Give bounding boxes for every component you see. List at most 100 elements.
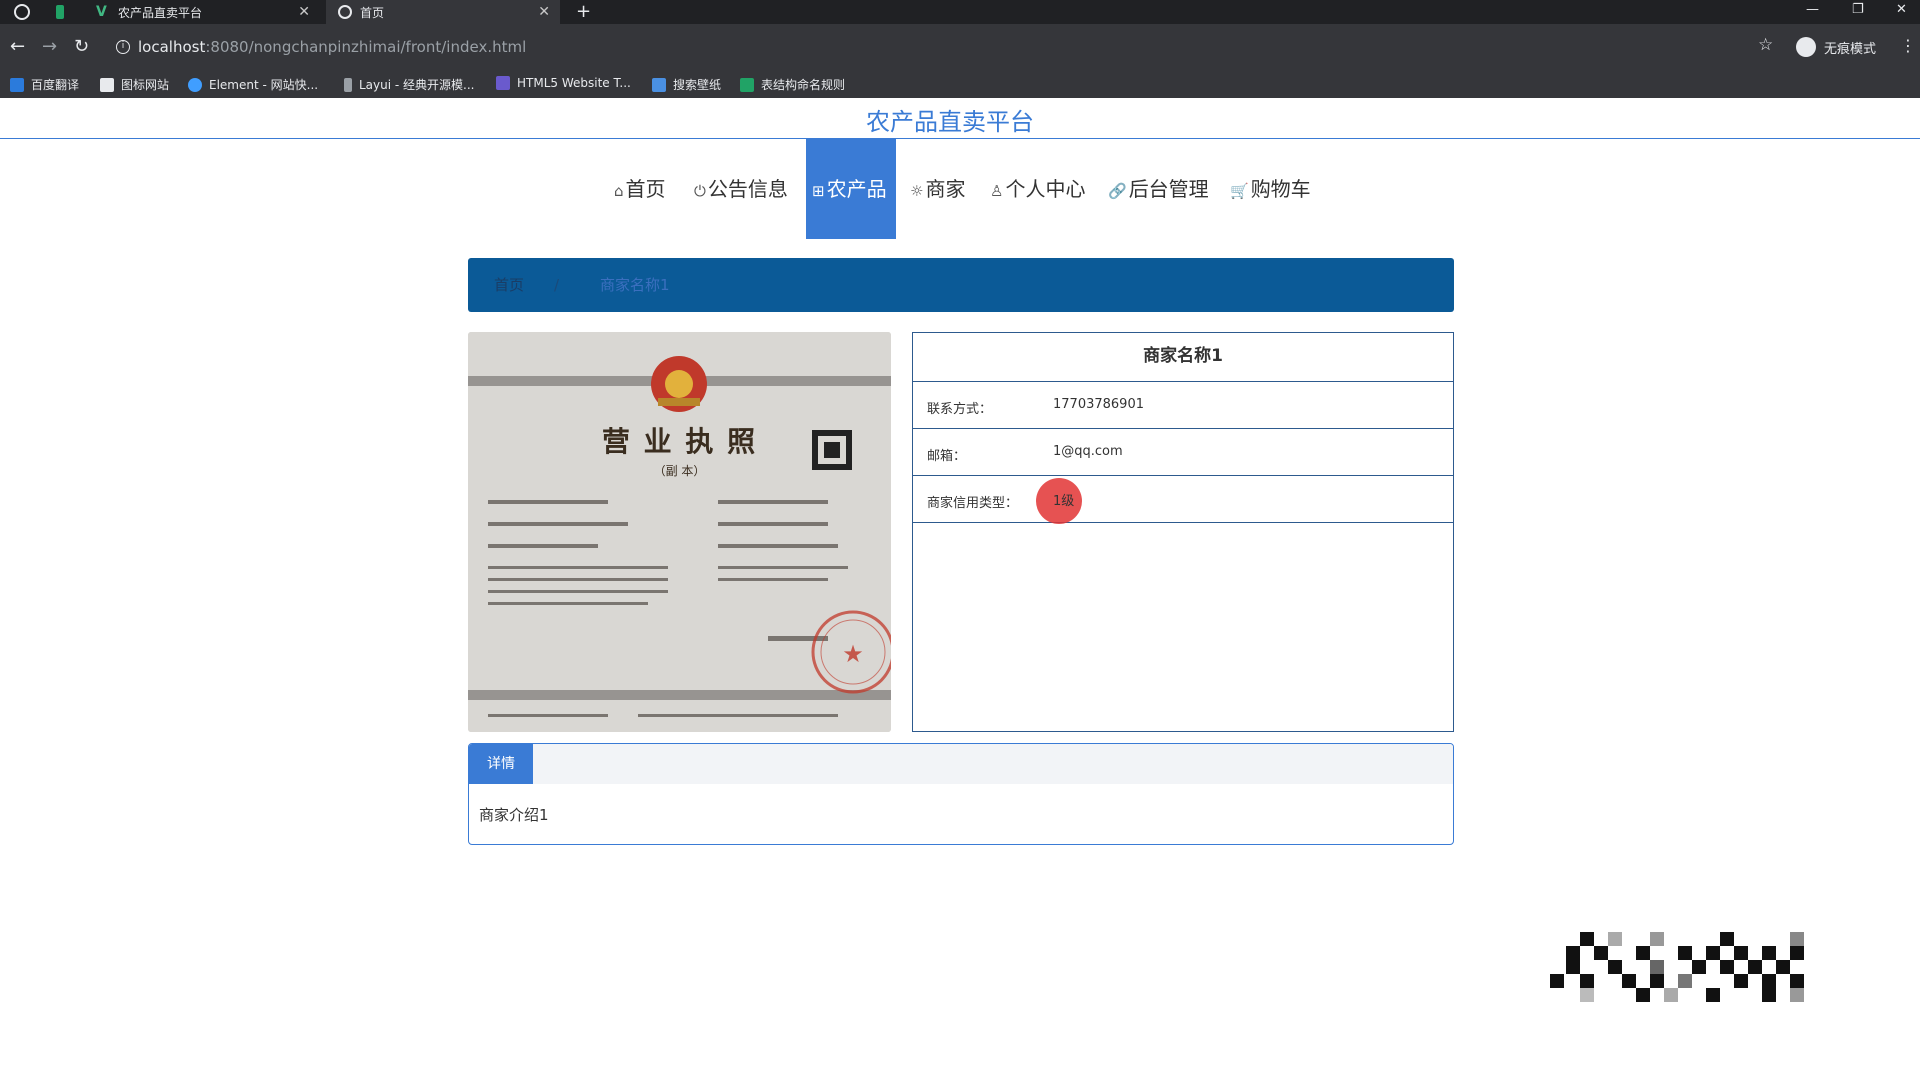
forward-icon[interactable]: → <box>42 36 57 57</box>
bookmark-item[interactable]: Element - 网站快... <box>188 76 318 93</box>
breadcrumb: 首页 / 商家名称1 <box>468 258 1454 312</box>
contact-label: 联系方式： <box>927 402 993 417</box>
back-icon[interactable]: ← <box>10 36 25 57</box>
nav-home[interactable]: ⌂ 首页 <box>614 139 666 239</box>
breadcrumb-current: 商家名称1 <box>600 276 670 294</box>
tab-label: 首页 <box>360 5 385 20</box>
email-value: 1@qq.com <box>1053 444 1123 459</box>
nav-merchants[interactable]: ☼ 商家 <box>910 139 965 239</box>
restore-icon[interactable]: ❐ <box>1852 2 1864 17</box>
nav-admin[interactable]: 🔗 后台管理 <box>1108 139 1209 239</box>
bookmark-item[interactable]: 百度翻译 <box>10 76 79 93</box>
tab-detail[interactable]: 详情 <box>469 744 533 784</box>
nav-label: 商家 <box>925 177 966 201</box>
nav-label: 购物车 <box>1250 177 1311 201</box>
tab-label: 农产品直卖平台 <box>118 5 203 20</box>
tab-platform[interactable]: V 农产品直卖平台 ✕ <box>84 0 320 24</box>
incognito-label: 无痕模式 <box>1824 41 1877 57</box>
nav-label: 农产品 <box>826 177 887 201</box>
nav-cart[interactable]: 🛒 购物车 <box>1230 139 1311 239</box>
breadcrumb-home[interactable]: 首页 <box>494 258 524 312</box>
reload-icon[interactable]: ↻ <box>74 36 89 57</box>
globe-icon <box>338 5 352 19</box>
merchant-email-row: 邮箱： 1@qq.com <box>913 429 1453 476</box>
bookmark-label: 图标网站 <box>121 78 170 92</box>
tab-home[interactable]: 首页 ✕ <box>326 0 560 24</box>
sheet-icon <box>740 77 754 92</box>
minimize-icon[interactable]: — <box>1806 2 1819 17</box>
bookmark-item[interactable]: 搜索壁纸 <box>652 76 721 93</box>
pinned-tab[interactable] <box>44 0 72 24</box>
cart-icon: 🛒 <box>1230 182 1249 200</box>
bookmark-item[interactable]: 图标网站 <box>100 76 169 93</box>
main-nav: ⌂ 首页 ⏻ 公告信息 ⊞ 农产品 ☼ 商家 ♙ 个人中心 🔗 后台管理 🛒 购物车 <box>0 139 1920 239</box>
browser-menu-icon[interactable] <box>14 4 30 20</box>
pixelated-watermark <box>1550 932 1804 1002</box>
contact-value: 17703786901 <box>1053 397 1144 412</box>
bookmark-item[interactable]: HTML5 Website T... <box>496 76 631 90</box>
bookmark-label: Element - 网站快... <box>209 78 319 92</box>
gear-icon: ☼ <box>910 182 924 200</box>
power-icon: ⏻ <box>694 182 706 200</box>
nav-products[interactable]: ⊞ 农产品 <box>806 139 896 239</box>
url-path: :8080/nongchanpinzhimai/front/index.html <box>205 38 527 56</box>
licence-header: 营 业 执 照 <box>601 425 758 458</box>
wallpaper-icon <box>652 77 666 92</box>
user-icon: ♙ <box>990 182 1004 200</box>
link-icon: 🔗 <box>1108 182 1127 200</box>
bookmark-item[interactable]: 表结构命名规则 <box>740 76 845 93</box>
incognito-icon <box>1796 37 1816 57</box>
bookmark-label: 搜索壁纸 <box>673 78 722 92</box>
bookmark-label: 百度翻译 <box>31 78 80 92</box>
browser-more-icon[interactable]: ⋮ <box>1900 36 1916 55</box>
licence-illustration: ★ <box>468 332 891 732</box>
merchant-contact-row: 联系方式： 17703786901 <box>913 382 1453 429</box>
nav-label: 后台管理 <box>1128 177 1209 201</box>
sheet-icon <box>56 5 64 19</box>
breadcrumb-separator: / <box>554 276 560 294</box>
vue-icon: V <box>96 4 107 20</box>
merchant-credit-row: 商家信用类型： 1级 <box>913 476 1453 524</box>
bookmark-star-icon[interactable]: ☆ <box>1758 35 1773 55</box>
html5-icon <box>496 76 510 90</box>
incognito-indicator[interactable]: 无痕模式 <box>1796 37 1876 57</box>
merchant-info-panel: 商家名称1 联系方式： 17703786901 邮箱： 1@qq.com 商家信… <box>912 332 1454 732</box>
nav-label: 公告信息 <box>707 177 788 201</box>
nav-label: 首页 <box>625 177 666 201</box>
new-tab-icon[interactable]: + <box>576 1 591 22</box>
bookmarks-bar: 百度翻译 图标网站 Element - 网站快... Layui - 经典开源模… <box>0 70 1920 98</box>
site-title: 农产品直卖平台 <box>866 108 1034 136</box>
nav-announcements[interactable]: ⏻ 公告信息 <box>694 139 788 239</box>
window-close-icon[interactable]: ✕ <box>1896 2 1907 17</box>
url-host: localhost <box>138 38 206 56</box>
merchant-description: 商家介绍1 <box>479 806 549 824</box>
close-tab-icon[interactable]: ✕ <box>538 4 550 20</box>
bookmark-label: 表结构命名规则 <box>761 78 846 92</box>
grid-icon: ⊞ <box>812 182 825 200</box>
translate-icon <box>10 77 24 92</box>
home-icon: ⌂ <box>614 182 624 200</box>
email-label: 邮箱： <box>927 449 967 464</box>
nav-profile[interactable]: ♙ 个人中心 <box>990 139 1085 239</box>
detail-tabs: 详情 <box>469 744 1453 784</box>
svg-text:★: ★ <box>842 640 864 668</box>
mouse-cursor-highlight: 1级 <box>1036 478 1082 524</box>
layui-icon <box>344 77 352 92</box>
bookmark-item[interactable]: Layui - 经典开源模... <box>344 76 474 93</box>
nav-label: 个人中心 <box>1005 177 1086 201</box>
flag-icon <box>100 77 114 92</box>
browser-tab-bar: V 农产品直卖平台 ✕ 首页 ✕ + — ❐ ✕ <box>0 0 1920 24</box>
licence-subheader: （副 本） <box>653 464 706 478</box>
close-tab-icon[interactable]: ✕ <box>298 4 310 20</box>
merchant-name: 商家名称1 <box>913 333 1453 382</box>
credit-value: 1级 <box>1053 494 1075 509</box>
url-field[interactable]: localhost:8080/nongchanpinzhimai/front/i… <box>138 38 526 56</box>
credit-label: 商家信用类型： <box>927 496 1019 511</box>
bookmark-label: HTML5 Website T... <box>517 76 631 90</box>
site-info-icon[interactable]: i <box>116 40 130 54</box>
merchant-licence-image[interactable]: ★ 营 业 执 照 （副 本） <box>468 332 891 732</box>
address-bar: ← → ↻ i localhost:8080/nongchanpinzhimai… <box>0 24 1920 70</box>
bookmark-label: Layui - 经典开源模... <box>359 78 475 92</box>
detail-section: 详情 商家介绍1 <box>468 743 1454 845</box>
element-icon <box>188 77 202 92</box>
